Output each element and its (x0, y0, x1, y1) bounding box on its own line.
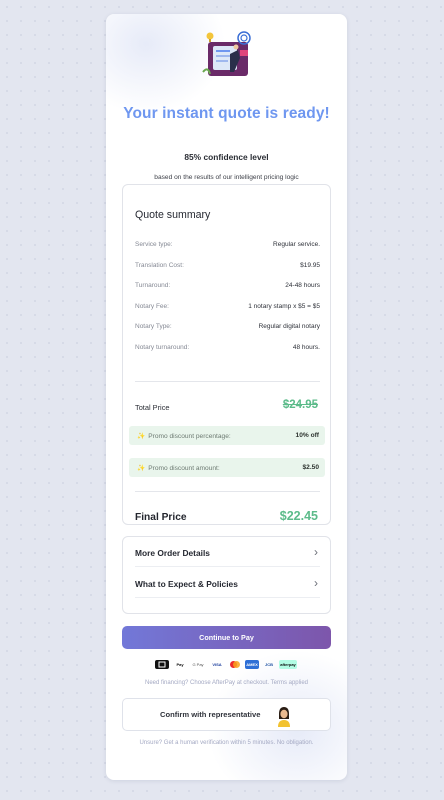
summary-row-value: Regular digital notary (258, 323, 320, 330)
summary-row-value: $19.95 (300, 261, 320, 269)
jcb-icon: JCB (264, 662, 273, 667)
representative-avatar-icon (278, 707, 290, 727)
confirm-representative-label: Confirm with representative (160, 710, 261, 719)
confirm-representative-button[interactable]: Confirm with representative (122, 698, 331, 731)
promo-label-wrap: ✨ Promo discount percentage: (137, 432, 231, 440)
verification-note: Unsure? Get a human verification within … (139, 740, 314, 746)
quote-illustration-icon (202, 31, 251, 76)
confidence-level: 85% confidence level (184, 152, 269, 162)
chevron-right-icon: › (314, 545, 318, 559)
afterpay-icon: afterpay (279, 660, 297, 669)
summary-row-value: 48 hours. (292, 343, 320, 351)
summary-row-label: Notary Type: (135, 323, 172, 330)
summary-row-notary-type: Notary Type: Regular digital notary (135, 323, 320, 333)
sparkle-icon: ✨ (137, 433, 146, 440)
expect-policies-row[interactable]: What to Expect & Policies › (135, 568, 320, 598)
expect-policies-label: What to Expect & Policies (135, 579, 238, 589)
summary-row-notary-fee: Notary Fee: 1 notary stamp x $5 = $5 (135, 303, 320, 313)
sparkle-icon: ✨ (137, 465, 146, 472)
quote-summary-panel: Quote summary Service type: Regular serv… (122, 184, 331, 525)
summary-row-label: Notary Fee: (135, 302, 169, 310)
summary-row-label: Service type: (135, 241, 173, 248)
more-order-details-label: More Order Details (135, 548, 210, 558)
summary-row-label: Translation Cost: (135, 261, 184, 269)
total-price-value: $24.95 (282, 399, 318, 411)
promo-discount-percentage: ✨ Promo discount percentage: 10% off (129, 426, 325, 445)
promo-label-wrap: ✨ Promo discount amount: (137, 464, 220, 472)
chevron-right-icon: › (314, 576, 318, 590)
summary-row-service-type: Service type: Regular service. (135, 241, 320, 251)
promo-value: $2.50 (302, 464, 319, 471)
mastercard-icon (229, 660, 241, 669)
promo-discount-amount: ✨ Promo discount amount: $2.50 (129, 458, 325, 477)
summary-row-label: Notary turnaround: (135, 343, 190, 351)
quote-summary-title: Quote summary (135, 209, 211, 221)
card-reader-icon (155, 660, 169, 669)
financing-note: Need financing? Choose AfterPay at check… (145, 680, 308, 686)
final-price-value: $22.45 (279, 509, 318, 523)
summary-row-translation-cost: Translation Cost: $19.95 (135, 262, 320, 272)
summary-row-label: Turnaround: (135, 282, 171, 289)
amex-icon: AMEX (245, 660, 259, 669)
promo-value: 10% off (295, 432, 319, 439)
summary-row-turnaround: Turnaround: 24-48 hours (135, 282, 320, 292)
summary-row-value: Regular service. (273, 241, 320, 248)
order-details-panel: More Order Details › What to Expect & Po… (122, 536, 331, 614)
more-order-details-row[interactable]: More Order Details › (135, 537, 320, 567)
summary-divider (135, 491, 320, 492)
total-price-label: Total Price (135, 403, 170, 412)
promo-label: Promo discount amount: (148, 465, 220, 472)
promo-label: Promo discount percentage: (148, 433, 231, 440)
quote-card: Your instant quote is ready! 85% confide… (106, 14, 347, 780)
summary-row-notary-turnaround: Notary turnaround: 48 hours. (135, 344, 320, 354)
page-title: Your instant quote is ready! (123, 105, 330, 122)
summary-row-value: 24-48 hours (285, 282, 320, 289)
pricing-subtitle: based on the results of our intelligent … (154, 174, 299, 181)
google-pay-icon: G Pay (192, 662, 204, 667)
summary-divider (135, 381, 320, 382)
visa-icon: VISA (212, 662, 222, 667)
apple-pay-icon: Pay (176, 662, 184, 667)
summary-row-value: 1 notary stamp x $5 = $5 (248, 302, 320, 310)
final-price-label: Final Price (135, 512, 187, 523)
continue-to-pay-button[interactable]: Continue to Pay (122, 626, 331, 649)
